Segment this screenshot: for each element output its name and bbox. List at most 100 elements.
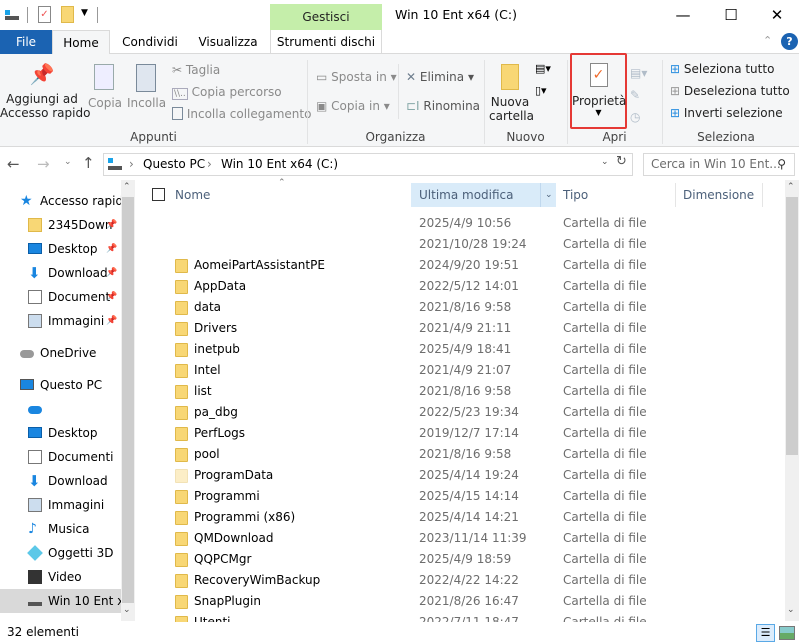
file-type: Cartella di file bbox=[563, 216, 647, 230]
file-row[interactable]: Programmi (x86) 2025/4/14 14:21 Cartella d… bbox=[160, 507, 780, 528]
recent-locations-icon[interactable]: ⌄ bbox=[64, 157, 72, 167]
column-header-type[interactable]: Tipo bbox=[563, 183, 676, 207]
select-all-checkbox[interactable] bbox=[152, 188, 165, 201]
tab-strumenti-dischi[interactable]: Strumenti dischi bbox=[270, 30, 382, 54]
dropdown-arrow-icon: ▼ bbox=[595, 108, 602, 117]
rename-button[interactable]: ⊏I Rinomina bbox=[406, 99, 480, 113]
scroll-up-icon[interactable]: ⌃ bbox=[787, 182, 795, 192]
address-dropdown-icon[interactable]: ⌄ bbox=[601, 157, 609, 167]
content-scrollbar[interactable]: ⌃ ⌄ bbox=[785, 180, 799, 621]
column-header-modified[interactable]: Ultima modifica ⌄ bbox=[411, 183, 556, 207]
search-input[interactable]: Cerca in Win 10 Ent... ⚲ bbox=[643, 153, 795, 176]
file-row[interactable]: AomeiPartAssistantPE 2024/9/20 19:51 Carte… bbox=[160, 255, 780, 276]
copy-button[interactable]: Copia bbox=[88, 62, 122, 110]
help-icon[interactable]: ? bbox=[781, 33, 798, 50]
forward-arrow-icon[interactable]: → bbox=[37, 155, 50, 173]
new-item-button[interactable]: ▤▾ bbox=[535, 62, 551, 75]
back-arrow-icon[interactable]: ← bbox=[7, 155, 20, 173]
column-header-size[interactable]: Dimensione bbox=[683, 183, 763, 207]
group-label-appunti: Appunti bbox=[130, 130, 177, 144]
qat-separator bbox=[97, 7, 98, 23]
column-header-modified-label: Ultima modifica bbox=[419, 188, 514, 202]
select-all-icon: ⊞ bbox=[670, 62, 681, 76]
file-row[interactable]: Utenti 2022/7/11 18:47 Cartella di file bbox=[160, 612, 780, 622]
file-row[interactable]: RecoveryWimBackup 2022/4/22 14:22 Cartella… bbox=[160, 570, 780, 591]
properties-button[interactable]: ✓ Proprietà ▼ bbox=[570, 53, 627, 129]
history-icon[interactable]: ◷ bbox=[630, 106, 647, 128]
open-icon[interactable]: ▤▾ bbox=[630, 62, 647, 84]
breadcrumb-questo-pc[interactable]: Questo PC bbox=[143, 157, 205, 171]
file-row[interactable]: QMDownload 2023/11/14 11:39 Cartella di fi… bbox=[160, 528, 780, 549]
file-row[interactable]: Programmi 2025/4/15 14:14 Cartella di file bbox=[160, 486, 780, 507]
file-type: Cartella di file bbox=[563, 552, 647, 566]
scroll-up-icon[interactable]: ⌃ bbox=[123, 182, 131, 192]
address-bar[interactable]: › Questo PC › Win 10 Ent x64 (C:) bbox=[103, 153, 633, 176]
file-modified: 2022/5/23 19:34 bbox=[419, 405, 519, 419]
move-to-button[interactable]: ▭ Sposta in ▾ bbox=[316, 70, 397, 84]
rename-icon: ⊏I bbox=[406, 99, 420, 113]
close-button[interactable]: ✕ bbox=[754, 0, 799, 30]
window-title: Win 10 Ent x64 (C:) bbox=[395, 7, 517, 22]
properties-qat-icon[interactable]: ✓ bbox=[38, 6, 51, 23]
scroll-down-icon[interactable]: ⌄ bbox=[787, 605, 795, 615]
edit-icon[interactable]: ✎ bbox=[630, 84, 647, 106]
delete-button[interactable]: ✕ Elimina ▾ bbox=[406, 70, 474, 84]
file-row[interactable]: PerfLogs 2019/12/7 17:14 Cartella di file bbox=[160, 423, 780, 444]
up-arrow-icon[interactable]: ↑ bbox=[82, 154, 95, 172]
refresh-icon[interactable]: ↻ bbox=[616, 154, 627, 169]
file-modified: 2024/9/20 19:51 bbox=[419, 258, 519, 272]
search-icon: ⚲ bbox=[777, 157, 786, 171]
file-row[interactable]: QQPCMgr 2025/4/9 18:59 Cartella di file bbox=[160, 549, 780, 570]
item-count: 32 elementi bbox=[7, 625, 79, 639]
file-row[interactable]: ProgramData 2025/4/14 19:24 Cartella di fi… bbox=[160, 465, 780, 486]
breadcrumb-drive[interactable]: Win 10 Ent x64 (C:) bbox=[221, 157, 338, 171]
file-type: Cartella di file bbox=[563, 321, 647, 335]
file-type: Cartella di file bbox=[563, 237, 647, 251]
file-name: ProgramData bbox=[194, 468, 274, 482]
details-view-icon[interactable]: ☰ bbox=[756, 624, 775, 642]
file-name: RecoveryWimBackup bbox=[194, 573, 321, 587]
deselect-all-button[interactable]: ⊞ Deseleziona tutto bbox=[670, 84, 790, 98]
new-folder-label-2: cartella bbox=[489, 109, 534, 123]
collapse-ribbon-icon[interactable]: ⌃ bbox=[763, 34, 772, 47]
file-row[interactable]: 2021/10/28 19:24 Cartella di file bbox=[160, 234, 780, 255]
tab-visualizza[interactable]: Visualizza bbox=[192, 30, 264, 54]
tab-home[interactable]: Home bbox=[52, 30, 110, 55]
paste-link-button[interactable]: Incolla collegamento bbox=[172, 107, 311, 121]
column-header-name[interactable]: Nome bbox=[175, 183, 410, 207]
tab-condividi[interactable]: Condividi bbox=[115, 30, 185, 54]
file-type: Cartella di file bbox=[563, 531, 647, 545]
new-folder-qat-icon[interactable] bbox=[61, 6, 74, 23]
file-row[interactable]: pool 2021/8/16 9:58 Cartella di file bbox=[160, 444, 780, 465]
pin-quick-access-button[interactable]: 📌 Aggiungi ad Accesso rapido bbox=[0, 62, 90, 120]
copy-path-button[interactable]: \\.. Copia percorso bbox=[172, 85, 282, 100]
cut-button[interactable]: ✂ Taglia bbox=[172, 63, 220, 77]
file-row[interactable]: 2025/4/9 10:56 Cartella di file bbox=[160, 213, 780, 234]
maximize-button[interactable]: ☐ bbox=[708, 0, 754, 30]
copy-to-button[interactable]: ▣ Copia in ▾ bbox=[316, 99, 390, 113]
minimize-button[interactable]: — bbox=[660, 0, 706, 30]
large-icons-view-icon[interactable] bbox=[779, 626, 795, 640]
paste-button[interactable]: Incolla bbox=[127, 62, 166, 110]
folder-icon bbox=[175, 280, 188, 294]
new-folder-button[interactable]: Nuova cartella bbox=[489, 64, 534, 123]
file-row[interactable]: Drivers 2021/4/9 21:11 Cartella di file bbox=[160, 318, 780, 339]
tab-file[interactable]: File bbox=[0, 30, 52, 54]
file-name: PerfLogs bbox=[194, 426, 246, 440]
qat-customize-icon[interactable]: ▼ bbox=[81, 8, 88, 18]
file-row[interactable]: list 2021/8/16 9:58 Cartella di file bbox=[160, 381, 780, 402]
file-row[interactable]: data 2021/8/16 9:58 Cartella di file bbox=[160, 297, 780, 318]
file-row[interactable]: pa_dbg 2022/5/23 19:34 Cartella di file bbox=[160, 402, 780, 423]
file-name: SnapPlugin bbox=[194, 594, 261, 608]
column-filter-icon[interactable]: ⌄ bbox=[540, 183, 553, 207]
easy-access-button[interactable]: ▯▾ bbox=[535, 84, 547, 97]
context-tab-gestisci[interactable]: Gestisci bbox=[270, 4, 382, 30]
file-row[interactable]: inetpub 2025/4/9 18:41 Cartella di file bbox=[160, 339, 780, 360]
file-row[interactable]: SnapPlugin 2021/8/26 16:47 Cartella di fil… bbox=[160, 591, 780, 612]
sidebar-item[interactable]: ★ Accesso rapido bbox=[0, 189, 121, 213]
file-row[interactable]: Intel 2021/4/9 21:07 Cartella di file bbox=[160, 360, 780, 381]
invert-selection-button[interactable]: ⊞ Inverti selezione bbox=[670, 106, 783, 120]
file-row[interactable]: AppData 2022/5/12 14:01 Cartella di file bbox=[160, 276, 780, 297]
select-all-button[interactable]: ⊞ Seleziona tutto bbox=[670, 62, 774, 76]
content-scroll-thumb[interactable] bbox=[786, 197, 798, 455]
